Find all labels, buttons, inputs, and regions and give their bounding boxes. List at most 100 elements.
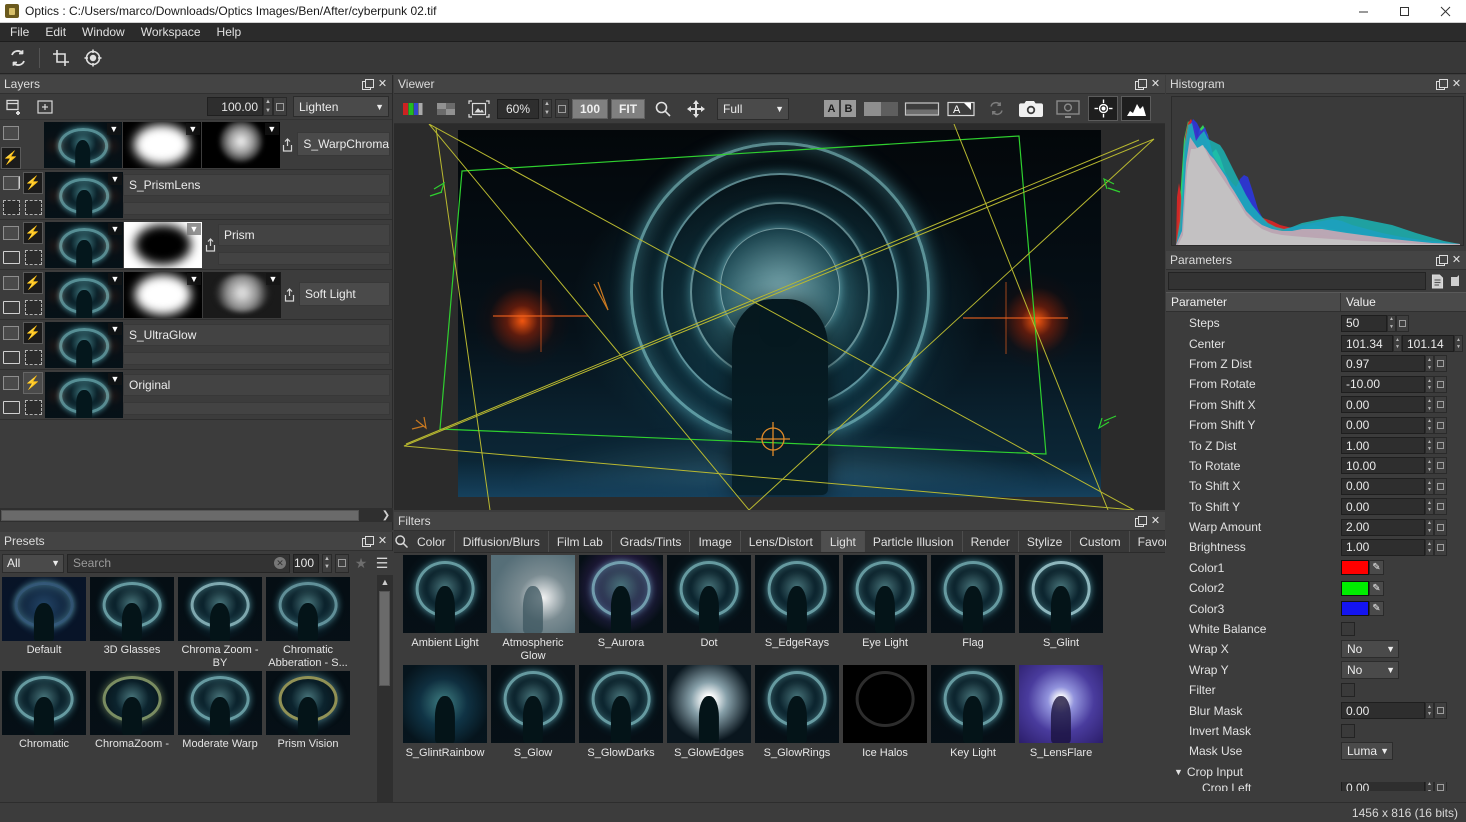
parameter-row[interactable]: Brightness 1.00 ▲▼ [1166, 537, 1466, 557]
filter-thumbnail[interactable] [491, 665, 575, 743]
reset-icon[interactable] [1434, 478, 1447, 495]
layer-name[interactable]: Soft Light [299, 282, 390, 306]
reset-icon[interactable] [1434, 417, 1447, 434]
layer-mask-frame-icon[interactable] [22, 295, 44, 320]
stepper-icon[interactable]: ▲▼ [1425, 498, 1434, 515]
filter-thumbnail[interactable] [755, 665, 839, 743]
tab-stylize[interactable]: Stylize [1019, 531, 1071, 552]
close-button[interactable] [1425, 0, 1466, 23]
preset-item[interactable]: Moderate Warp [176, 669, 264, 763]
pan-icon[interactable] [681, 96, 711, 121]
filter-thumbnail[interactable] [403, 665, 487, 743]
layer-row[interactable]: ⚡ ▼ ▼ Prism [0, 220, 392, 270]
preset-thumbnail[interactable] [178, 671, 262, 735]
filter-thumbnail[interactable] [403, 555, 487, 633]
parameter-checkbox[interactable] [1341, 724, 1355, 738]
filter-thumbnail[interactable] [843, 665, 927, 743]
tab-lens-distort[interactable]: Lens/Distort [741, 531, 822, 552]
maximize-button[interactable] [1384, 0, 1425, 23]
parameter-row[interactable]: Wrap Y No ▼ [1166, 660, 1466, 680]
layer-name[interactable]: S_WarpChroma [297, 132, 390, 156]
stepper-icon[interactable]: ▲▼ [1425, 396, 1434, 413]
export-params-icon[interactable] [1448, 272, 1464, 290]
parameter-group-row[interactable]: ▼ Crop Input [1166, 762, 1466, 782]
tab-grads-tints[interactable]: Grads/Tints [612, 531, 691, 552]
parameter-row[interactable]: From Shift Y 0.00 ▲▼ [1166, 415, 1466, 435]
share-layer-icon[interactable] [202, 220, 218, 269]
stepper-icon[interactable]: ▲▼ [1393, 335, 1402, 352]
parameter-value-input[interactable]: 0.00 [1341, 702, 1425, 719]
filter-item[interactable]: S_GlowDarks [577, 663, 665, 773]
layer-fx-icon[interactable]: ⚡ [22, 270, 44, 295]
image-stage[interactable] [458, 130, 1101, 497]
preset-item[interactable]: ChromaZoom - [88, 669, 176, 763]
layer-thumbnail[interactable]: ▼ [45, 222, 123, 268]
preset-item[interactable]: Chromatic [0, 669, 88, 763]
preset-size-input[interactable]: 100 [293, 554, 319, 573]
share-layer-icon[interactable] [281, 270, 297, 319]
layer-mask2-thumbnail[interactable]: ▼ [202, 122, 280, 168]
float-panel-icon[interactable] [1135, 516, 1146, 526]
layer-fx-icon[interactable]: ⚡ [22, 370, 44, 395]
stepper-icon[interactable]: ▲▼ [1425, 457, 1434, 474]
menu-window[interactable]: Window [74, 23, 133, 41]
filter-item[interactable]: S_EdgeRays [753, 553, 841, 663]
parameters-search-input[interactable] [1168, 272, 1426, 290]
parameter-row[interactable]: To Rotate 10.00 ▲▼ [1166, 456, 1466, 476]
chevron-down-icon[interactable]: ▼ [108, 273, 122, 285]
color-swatch[interactable] [1341, 601, 1369, 616]
zoom-reset-icon[interactable] [555, 99, 569, 118]
parameter-value-input[interactable]: 1.00 [1341, 539, 1425, 556]
close-panel-icon[interactable]: ✕ [1150, 79, 1161, 90]
tab-color[interactable]: Color [409, 531, 455, 552]
filter-thumbnail[interactable] [931, 555, 1015, 633]
layer-mask-thumbnail[interactable]: ▼ [123, 122, 201, 168]
share-layer-icon[interactable] [280, 120, 296, 169]
float-panel-icon[interactable] [1436, 79, 1447, 89]
layer-mask-thumbnail[interactable]: ▼ [124, 222, 202, 268]
filter-item[interactable]: S_GlowEdges [665, 663, 753, 773]
parameter-checkbox[interactable] [1341, 683, 1355, 697]
scrollbar-thumb[interactable] [379, 591, 390, 686]
reset-icon[interactable] [1434, 355, 1447, 372]
close-panel-icon[interactable]: ✕ [1150, 516, 1161, 527]
parameter-value-y-input[interactable]: 101.14 [1402, 335, 1454, 352]
stepper-icon[interactable]: ▲▼ [1425, 376, 1434, 393]
tab-light[interactable]: Light [822, 531, 865, 552]
document-icon[interactable] [1429, 272, 1445, 290]
favorite-star-icon[interactable]: ★ [352, 555, 370, 572]
color-swatch[interactable] [1341, 581, 1369, 596]
preset-thumbnail[interactable] [90, 577, 174, 641]
layer-preview-icon[interactable] [0, 345, 22, 370]
viewer-quality-select[interactable]: Full ▼ [717, 98, 789, 120]
filter-item[interactable]: S_GlowRings [753, 663, 841, 773]
filter-item[interactable]: Atmospheric Glow [489, 553, 577, 663]
layer-edit-icon[interactable] [0, 170, 22, 195]
viewer-canvas[interactable] [394, 124, 1165, 510]
filter-item[interactable]: Flag [929, 553, 1017, 663]
scrollbar-thumb[interactable] [1, 510, 359, 521]
minimize-button[interactable] [1343, 0, 1384, 23]
tab-particle-illusion[interactable]: Particle Illusion [865, 531, 963, 552]
layers-horizontal-scrollbar[interactable]: ❯ [0, 508, 393, 522]
add-layer-icon[interactable] [2, 96, 28, 118]
menu-workspace[interactable]: Workspace [133, 23, 209, 41]
filter-item[interactable]: S_Glint [1017, 553, 1105, 663]
parameter-value-input[interactable]: 50 [1341, 315, 1387, 332]
parameter-row[interactable]: Crop Left 0.00 ▲▼ [1166, 782, 1466, 791]
parameter-row[interactable]: Mask Use Luma ▼ [1166, 741, 1466, 761]
parameter-value-input[interactable]: 0.00 [1341, 417, 1425, 434]
snapshot-icon[interactable] [1014, 96, 1048, 121]
parameter-row[interactable]: Blur Mask 0.00 ▲▼ [1166, 700, 1466, 720]
parameter-row[interactable]: Steps 50 ▲▼ [1166, 313, 1466, 333]
parameter-row[interactable]: To Shift Y 0.00 ▲▼ [1166, 497, 1466, 517]
chevron-down-icon[interactable]: ▼ [186, 123, 200, 135]
parameter-row[interactable]: Color2 ✎ [1166, 578, 1466, 598]
parameter-value-input[interactable]: 0.00 [1341, 396, 1425, 413]
filters-search-icon[interactable] [394, 531, 409, 552]
target-icon[interactable] [79, 45, 107, 71]
parameter-value-input[interactable]: 0.00 [1341, 478, 1425, 495]
layer-mask-thumbnail[interactable]: ▼ [124, 272, 202, 318]
chevron-down-icon[interactable]: ▼ [107, 123, 121, 135]
preset-thumbnail[interactable] [2, 671, 86, 735]
